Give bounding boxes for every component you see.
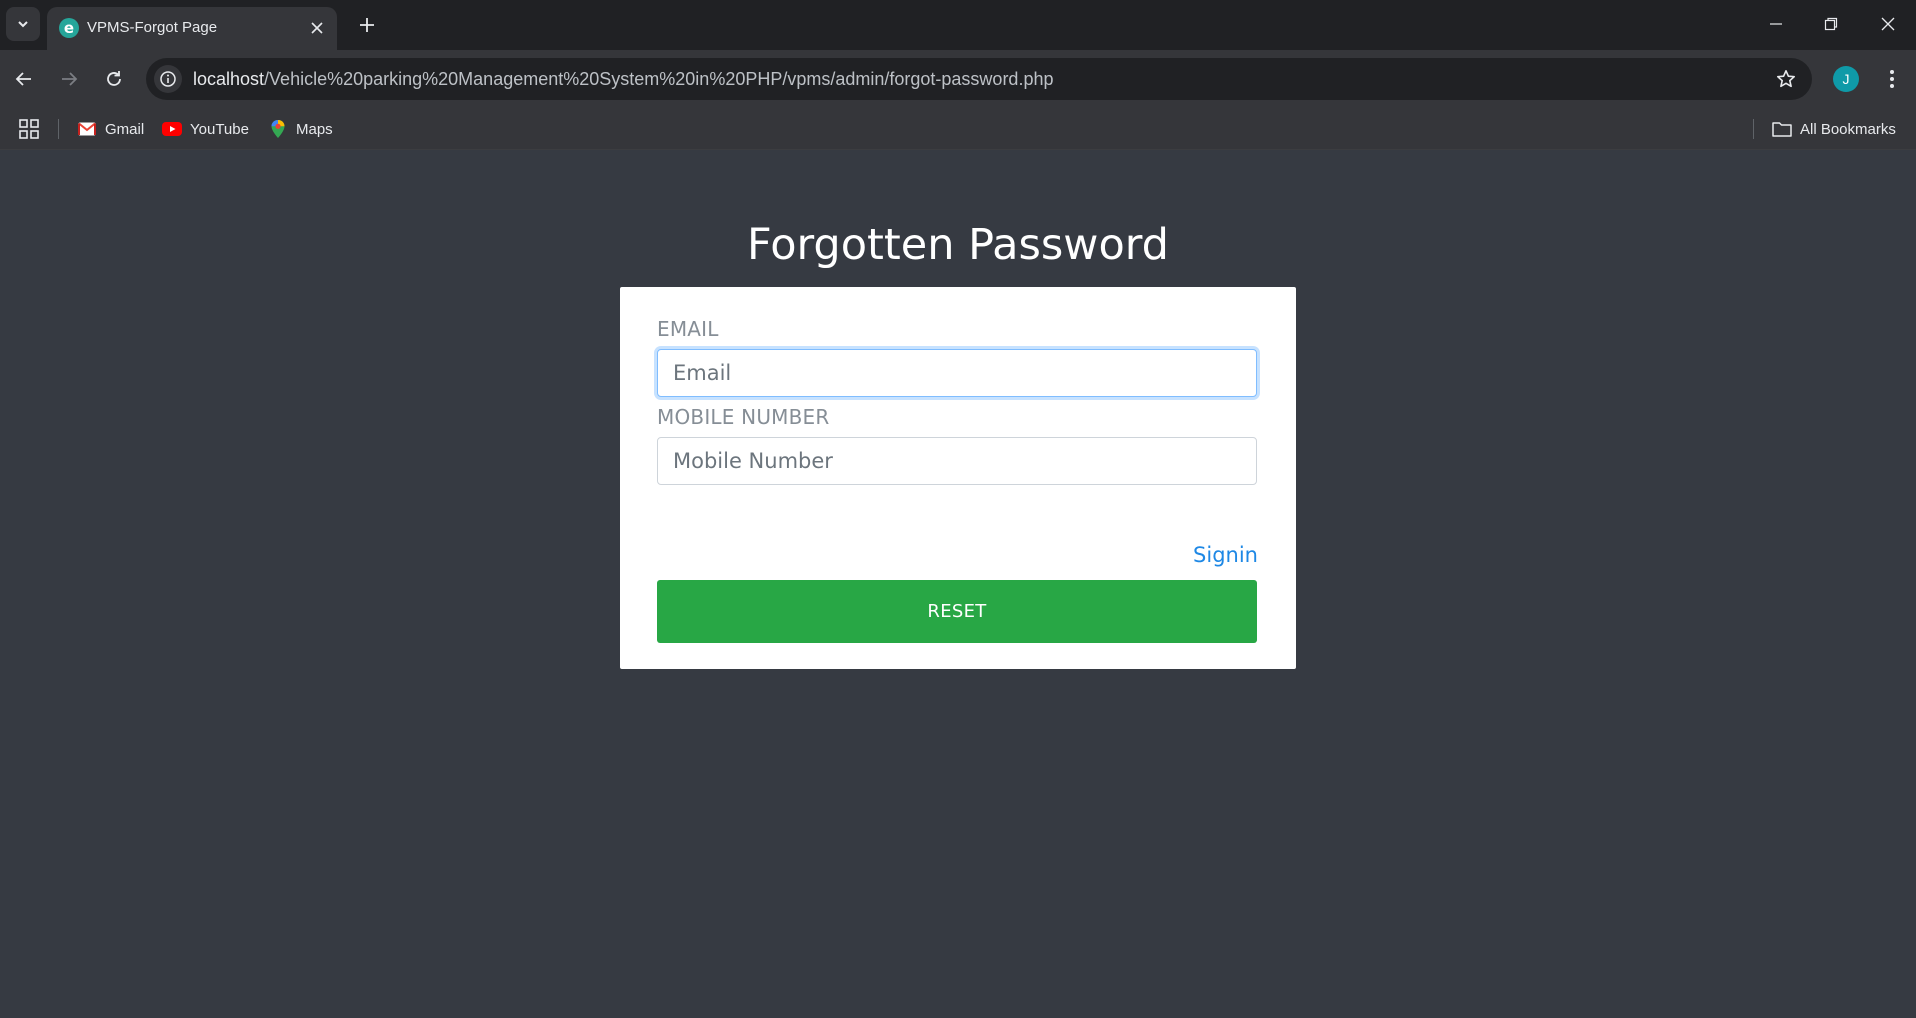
mobile-number-label: MOBILE NUMBER: [657, 405, 830, 429]
profile-avatar[interactable]: J: [1833, 66, 1859, 92]
close-icon: [311, 22, 323, 34]
reload-icon: [107, 71, 121, 86]
forward-button[interactable]: [53, 63, 85, 95]
signin-link[interactable]: Signin: [1193, 543, 1258, 567]
forgot-password-form: EMAIL MOBILE NUMBER Signin RESET: [620, 287, 1296, 669]
plus-icon: [360, 18, 374, 32]
youtube-icon: [162, 119, 182, 139]
bookmarks-divider: [58, 119, 59, 139]
tab-close-button[interactable]: [305, 16, 329, 40]
browser-tab-strip: e VPMS-Forgot Page: [0, 0, 1916, 50]
bookmarks-bar: Gmail YouTube Maps All Bookmarks: [0, 108, 1916, 150]
browser-toolbar: localhost/Vehicle%20parking%20Management…: [0, 50, 1916, 108]
browser-tab-active[interactable]: e VPMS-Forgot Page: [47, 7, 337, 50]
star-icon: [1777, 70, 1795, 88]
restore-button[interactable]: [1803, 0, 1859, 48]
bookmark-label: YouTube: [190, 120, 249, 138]
mobile-number-field[interactable]: [657, 437, 1257, 485]
all-bookmarks-label: All Bookmarks: [1800, 120, 1896, 138]
close-icon: [1881, 17, 1895, 31]
bookmark-youtube[interactable]: YouTube: [162, 117, 249, 141]
site-info-icon[interactable]: [154, 65, 182, 93]
page-content: Forgotten Password EMAIL MOBILE NUMBER S…: [0, 151, 1916, 1018]
url-path: /Vehicle%20parking%20Management%20System…: [264, 69, 1054, 89]
bookmark-star-button[interactable]: [1774, 67, 1798, 91]
apps-grid-icon[interactable]: [18, 118, 40, 140]
restore-icon: [1824, 17, 1838, 31]
tab-title: VPMS-Forgot Page: [87, 19, 218, 36]
bookmark-label: Gmail: [105, 120, 145, 138]
url-host: localhost: [193, 69, 265, 89]
arrow-left-icon: [15, 72, 31, 86]
folder-icon: [1772, 119, 1792, 139]
minimize-icon: [1770, 23, 1782, 25]
reload-button[interactable]: [98, 63, 130, 95]
chevron-down-icon: [18, 21, 28, 28]
bookmark-maps[interactable]: Maps: [268, 117, 333, 141]
gmail-icon: [77, 119, 97, 139]
close-window-button[interactable]: [1860, 0, 1916, 48]
reset-button[interactable]: RESET: [657, 580, 1257, 643]
url-text[interactable]: localhost/Vehicle%20parking%20Management…: [193, 69, 1053, 90]
email-field[interactable]: [657, 349, 1257, 397]
back-button[interactable]: [8, 63, 40, 95]
page-title: Forgotten Password: [747, 220, 1169, 270]
all-bookmarks-button[interactable]: All Bookmarks: [1772, 117, 1896, 141]
tab-search-button[interactable]: [6, 7, 40, 41]
site-favicon-icon: e: [59, 18, 79, 38]
kebab-menu-icon: [1890, 70, 1894, 88]
address-bar[interactable]: localhost/Vehicle%20parking%20Management…: [146, 58, 1812, 100]
new-tab-button[interactable]: [352, 10, 382, 40]
bookmark-gmail[interactable]: Gmail: [77, 117, 144, 141]
minimize-button[interactable]: [1748, 0, 1804, 48]
browser-menu-button[interactable]: [1876, 63, 1908, 95]
maps-icon: [268, 119, 288, 139]
bookmarks-divider: [1753, 119, 1754, 139]
arrow-right-icon: [62, 72, 78, 86]
email-label: EMAIL: [657, 317, 719, 341]
bookmark-label: Maps: [296, 120, 333, 138]
